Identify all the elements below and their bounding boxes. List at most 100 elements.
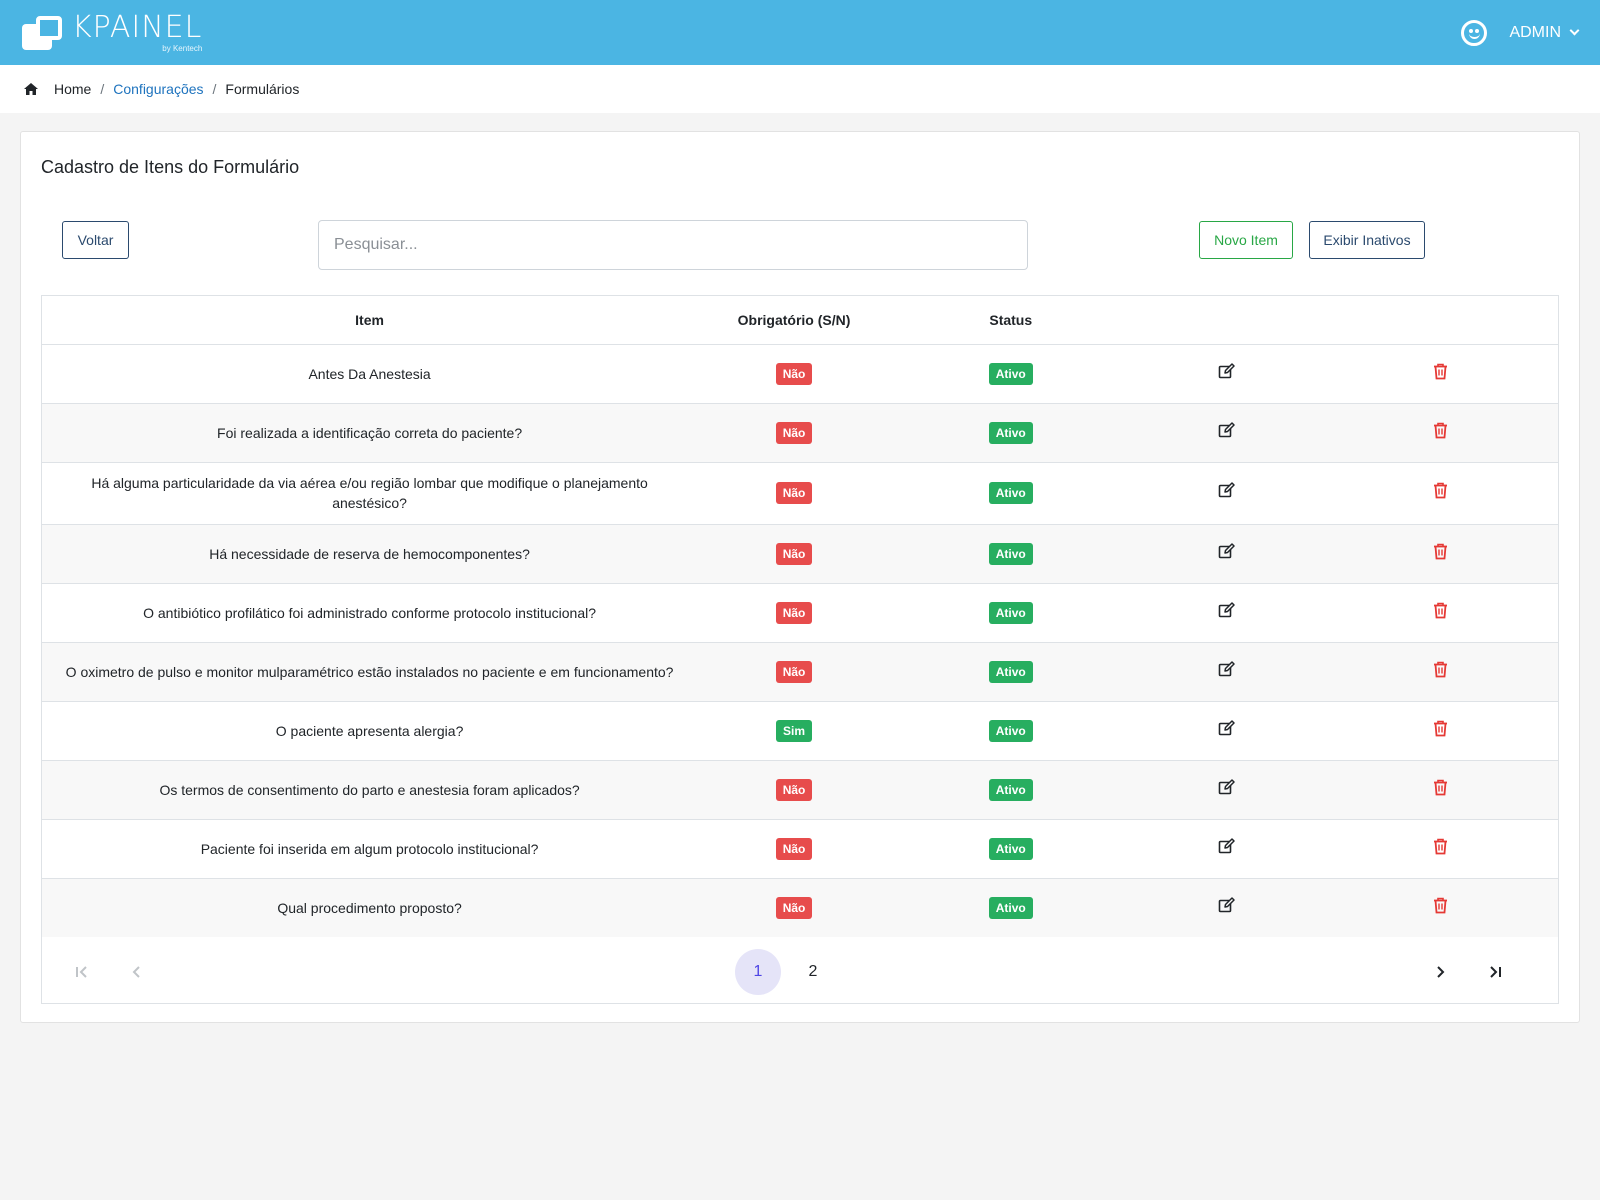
- edit-icon[interactable]: [1218, 601, 1235, 619]
- column-header-item[interactable]: Item: [42, 296, 698, 345]
- trash-icon[interactable]: [1433, 363, 1448, 380]
- cell-delete: [1322, 344, 1558, 404]
- status-badge: Ativo: [988, 896, 1033, 919]
- chevron-down-icon: [1569, 25, 1580, 36]
- top-header: KPAINEL by Kentech ADMIN: [0, 0, 1600, 65]
- edit-icon[interactable]: [1218, 482, 1235, 499]
- user-area: ADMIN: [1461, 19, 1580, 46]
- pagination: 1 2: [42, 939, 1558, 1003]
- cell-delete: [1322, 403, 1558, 463]
- table-row: Antes Da Anestesia Não Ativo: [42, 344, 1558, 404]
- last-page-button[interactable]: [1472, 949, 1518, 995]
- edit-icon[interactable]: [1218, 542, 1235, 560]
- breadcrumb-current: Formulários: [225, 81, 300, 97]
- new-item-button[interactable]: Novo Item: [1199, 221, 1293, 259]
- breadcrumb-separator: /: [212, 81, 217, 97]
- cell-edit: [1130, 819, 1323, 879]
- cell-edit: [1130, 642, 1323, 702]
- breadcrumb-home[interactable]: Home: [54, 81, 91, 97]
- table-row: O antibiótico profilático foi administra…: [42, 583, 1558, 643]
- cell-item: Os termos de consentimento do parto e an…: [42, 760, 698, 820]
- edit-icon[interactable]: [1218, 837, 1235, 855]
- logo-name: KPAINEL: [72, 9, 203, 45]
- breadcrumb: Home / Configurações / Formulários: [0, 65, 1600, 113]
- cell-item: Paciente foi inserida em algum protocolo…: [42, 819, 698, 879]
- smiley-icon[interactable]: [1461, 19, 1488, 46]
- required-badge: Sim: [776, 719, 813, 742]
- trash-icon[interactable]: [1433, 897, 1448, 914]
- trash-icon[interactable]: [1433, 422, 1448, 439]
- cell-required: Não: [697, 524, 891, 584]
- cell-delete: [1322, 878, 1558, 937]
- trash-icon[interactable]: [1433, 838, 1448, 855]
- table-row: O oximetro de pulso e monitor mulparamét…: [42, 642, 1558, 702]
- user-menu-label: ADMIN: [1509, 23, 1561, 41]
- first-page-button[interactable]: [59, 949, 105, 995]
- user-menu[interactable]: ADMIN: [1509, 23, 1580, 42]
- column-header-edit: [1130, 296, 1323, 345]
- cell-item: O paciente apresenta alergia?: [42, 701, 698, 761]
- status-badge: Ativo: [988, 601, 1033, 624]
- cell-required: Sim: [697, 701, 891, 761]
- cell-edit: [1130, 462, 1323, 525]
- status-badge: Ativo: [988, 837, 1033, 860]
- cell-required: Não: [697, 344, 891, 404]
- edit-icon[interactable]: [1218, 660, 1235, 678]
- back-button[interactable]: Voltar: [62, 221, 129, 259]
- breadcrumb-configuracoes[interactable]: Configurações: [113, 81, 203, 97]
- cell-required: Não: [697, 760, 891, 820]
- cell-item: O oximetro de pulso e monitor mulparamét…: [42, 642, 698, 702]
- table-row: Paciente foi inserida em algum protocolo…: [42, 819, 1558, 879]
- home-icon[interactable]: [24, 83, 38, 95]
- cell-delete: [1322, 462, 1558, 525]
- table-row: Qual procedimento proposto? Não Ativo: [42, 878, 1558, 937]
- page-1-button[interactable]: 1: [735, 949, 781, 995]
- cell-status: Ativo: [890, 701, 1131, 761]
- cell-status: Ativo: [890, 819, 1131, 879]
- edit-icon[interactable]: [1218, 421, 1235, 439]
- table-row: O paciente apresenta alergia? Sim Ativo: [42, 701, 1558, 761]
- cell-edit: [1130, 403, 1323, 463]
- prev-page-button[interactable]: [114, 949, 160, 995]
- table-row: Os termos de consentimento do parto e an…: [42, 760, 1558, 820]
- cell-required: Não: [697, 583, 891, 643]
- show-inactive-button[interactable]: Exibir Inativos: [1309, 221, 1425, 259]
- cell-status: Ativo: [891, 878, 1131, 937]
- trash-icon[interactable]: [1433, 779, 1448, 796]
- column-header-delete: [1322, 296, 1558, 345]
- table-row: Foi realizada a identificação correta do…: [42, 403, 1558, 463]
- table-row: Há alguma particularidade da via aérea e…: [42, 462, 1558, 525]
- cell-status: Ativo: [890, 583, 1131, 643]
- edit-icon[interactable]: [1218, 719, 1235, 737]
- column-header-required[interactable]: Obrigatório (S/N): [697, 296, 891, 345]
- next-page-button[interactable]: [1417, 949, 1463, 995]
- column-header-status[interactable]: Status: [890, 296, 1131, 345]
- cell-edit: [1130, 583, 1323, 643]
- page-2-button[interactable]: 2: [790, 949, 836, 995]
- trash-icon[interactable]: [1433, 602, 1448, 619]
- status-badge: Ativo: [988, 719, 1033, 742]
- page-title: Cadastro de Itens do Formulário: [41, 157, 300, 177]
- required-badge: Não: [775, 542, 813, 565]
- edit-icon[interactable]: [1218, 897, 1235, 914]
- trash-icon[interactable]: [1433, 482, 1448, 499]
- cell-status: Ativo: [890, 344, 1131, 404]
- cell-required: Não: [697, 462, 891, 525]
- required-badge: Não: [775, 896, 813, 919]
- cell-required: Não: [697, 403, 891, 463]
- trash-icon[interactable]: [1433, 661, 1448, 678]
- prev-page-icon: [132, 966, 140, 978]
- status-badge: Ativo: [988, 778, 1033, 801]
- edit-icon[interactable]: [1218, 778, 1235, 796]
- cell-delete: [1322, 583, 1558, 643]
- trash-icon[interactable]: [1433, 543, 1448, 560]
- search-input[interactable]: [318, 220, 1028, 270]
- edit-icon[interactable]: [1218, 362, 1235, 380]
- status-badge: Ativo: [988, 542, 1033, 565]
- cell-delete: [1322, 642, 1558, 702]
- next-page-icon: [1437, 966, 1445, 978]
- cell-required: Não: [697, 642, 891, 702]
- trash-icon[interactable]: [1433, 720, 1448, 737]
- cell-status: Ativo: [890, 403, 1131, 463]
- app-logo[interactable]: KPAINEL by Kentech: [22, 9, 203, 53]
